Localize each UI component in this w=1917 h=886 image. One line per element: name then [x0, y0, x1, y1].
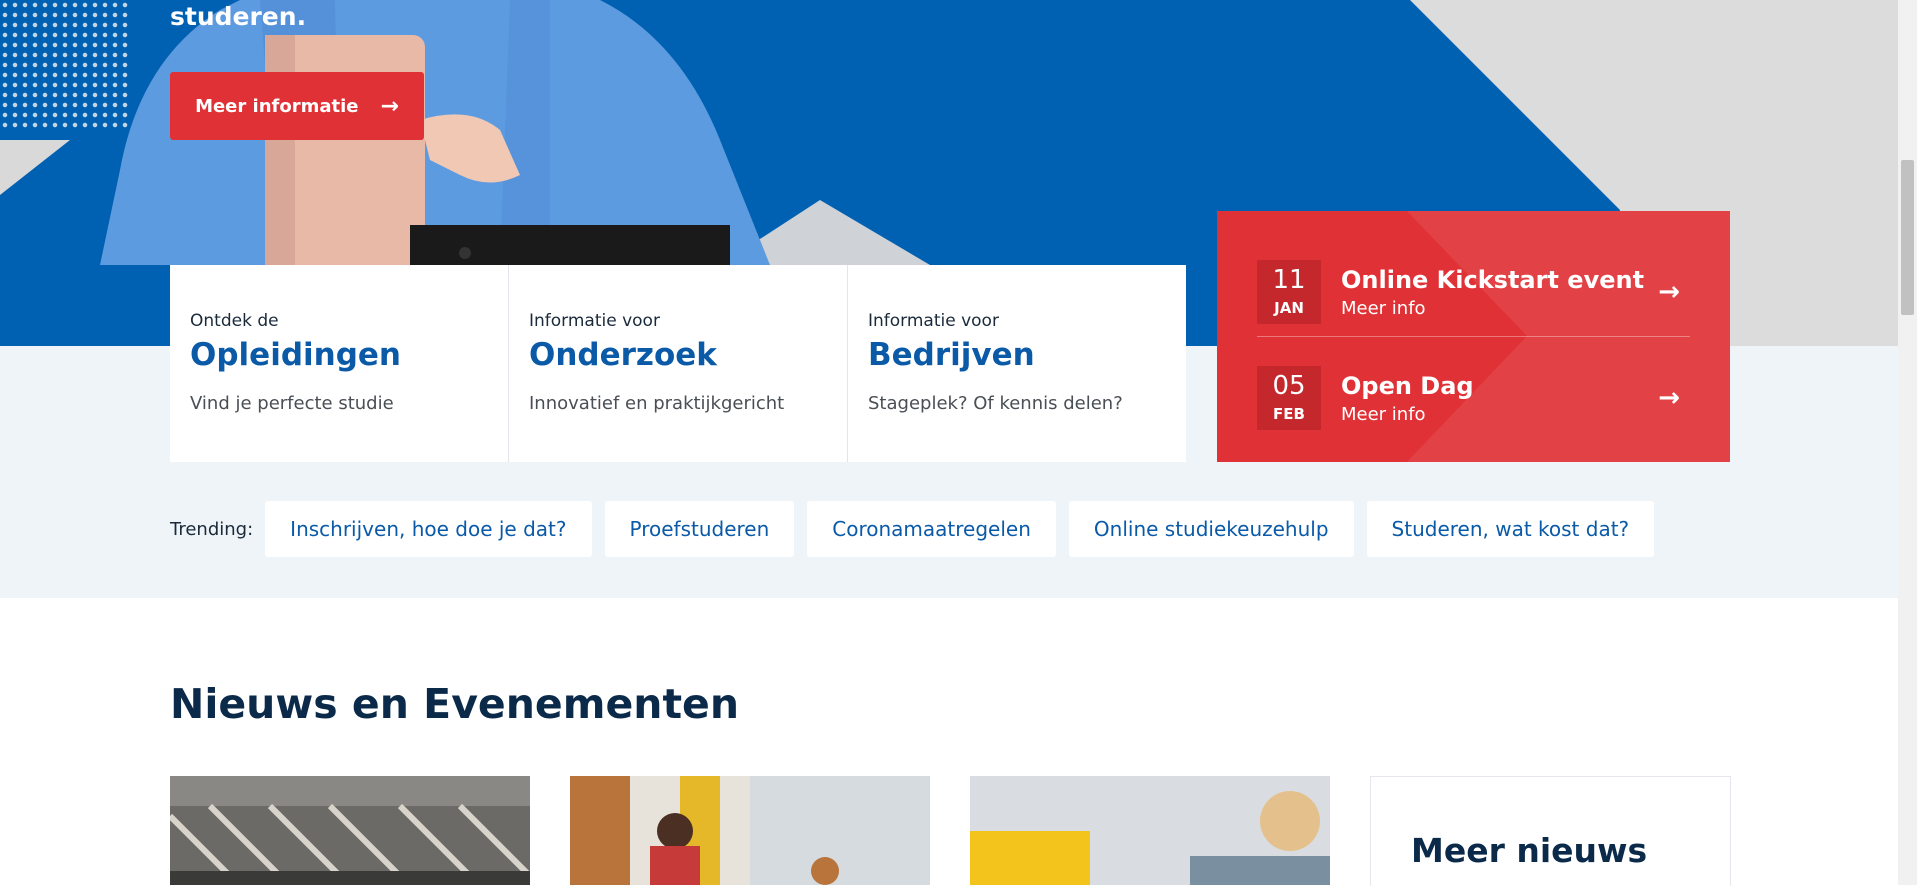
event-month: FEB	[1273, 405, 1305, 423]
arrow-right-icon: →	[1658, 383, 1680, 413]
trending-chip[interactable]: Coronamaatregelen	[807, 501, 1056, 557]
event-day: 11	[1272, 265, 1306, 295]
scrollbar-thumb[interactable]	[1901, 160, 1914, 315]
more-news-title: Meer nieuws	[1411, 831, 1648, 870]
trending-label: Trending:	[170, 518, 254, 540]
news-thumbnail-3[interactable]	[970, 776, 1330, 885]
card-description: Stageplek? Of kennis delen?	[868, 393, 1123, 414]
news-image-1	[170, 776, 530, 885]
events-panel: 11 JAN Online Kickstart event Meer info …	[1217, 211, 1730, 462]
arrow-right-icon: →	[1658, 277, 1680, 307]
quick-links-cards: Ontdek de Opleidingen Vind je perfecte s…	[170, 265, 1186, 462]
trending-chip[interactable]: Proefstuderen	[604, 501, 795, 557]
hero-headline: studeren.	[170, 2, 307, 31]
news-thumbnail-2[interactable]	[570, 776, 930, 885]
card-onderzoek[interactable]: Informatie voor Onderzoek Innovatief en …	[509, 265, 848, 462]
news-thumbnail-1[interactable]	[170, 776, 530, 885]
card-title: Opleidingen	[190, 337, 401, 373]
trending-chip[interactable]: Inschrijven, hoe doe je dat?	[265, 501, 592, 557]
event-name: Open Dag	[1341, 371, 1474, 400]
more-news-card[interactable]: Meer nieuws	[1370, 776, 1731, 886]
event-day: 05	[1272, 371, 1306, 401]
card-bedrijven[interactable]: Informatie voor Bedrijven Stageplek? Of …	[848, 265, 1186, 462]
event-item-open-dag[interactable]: 05 FEB Open Dag Meer info →	[1257, 353, 1690, 443]
event-name: Online Kickstart event	[1341, 265, 1645, 294]
event-month: JAN	[1274, 299, 1304, 317]
page-scrollbar[interactable]	[1898, 0, 1917, 885]
trending-bar: Trending: Inschrijven, hoe doe je dat? P…	[170, 500, 1667, 558]
card-pre-label: Informatie voor	[868, 311, 999, 331]
card-pre-label: Ontdek de	[190, 311, 279, 331]
trending-chip[interactable]: Online studiekeuzehulp	[1068, 501, 1354, 557]
card-opleidingen[interactable]: Ontdek de Opleidingen Vind je perfecte s…	[170, 265, 509, 462]
event-date-badge: 11 JAN	[1257, 260, 1321, 324]
card-description: Vind je perfecte studie	[190, 393, 394, 414]
arrow-right-icon: →	[380, 93, 399, 119]
more-info-label: Meer informatie	[195, 95, 359, 117]
event-date-badge: 05 FEB	[1257, 366, 1321, 430]
event-item-kickstart[interactable]: 11 JAN Online Kickstart event Meer info …	[1257, 247, 1690, 337]
card-title: Onderzoek	[529, 337, 717, 373]
more-info-button[interactable]: Meer informatie →	[170, 72, 424, 140]
news-image-3	[970, 776, 1330, 885]
card-pre-label: Informatie voor	[529, 311, 660, 331]
news-image-2	[570, 776, 930, 885]
event-text: Online Kickstart event Meer info	[1341, 266, 1658, 319]
event-more-link: Meer info	[1341, 297, 1426, 319]
trending-chip[interactable]: Studeren, wat kost dat?	[1366, 501, 1655, 557]
card-title: Bedrijven	[868, 337, 1035, 373]
event-more-link: Meer info	[1341, 403, 1426, 425]
card-description: Innovatief en praktijkgericht	[529, 393, 785, 414]
events-divider	[1257, 336, 1690, 337]
event-text: Open Dag Meer info	[1341, 372, 1658, 425]
news-section-title: Nieuws en Evenementen	[170, 680, 740, 728]
